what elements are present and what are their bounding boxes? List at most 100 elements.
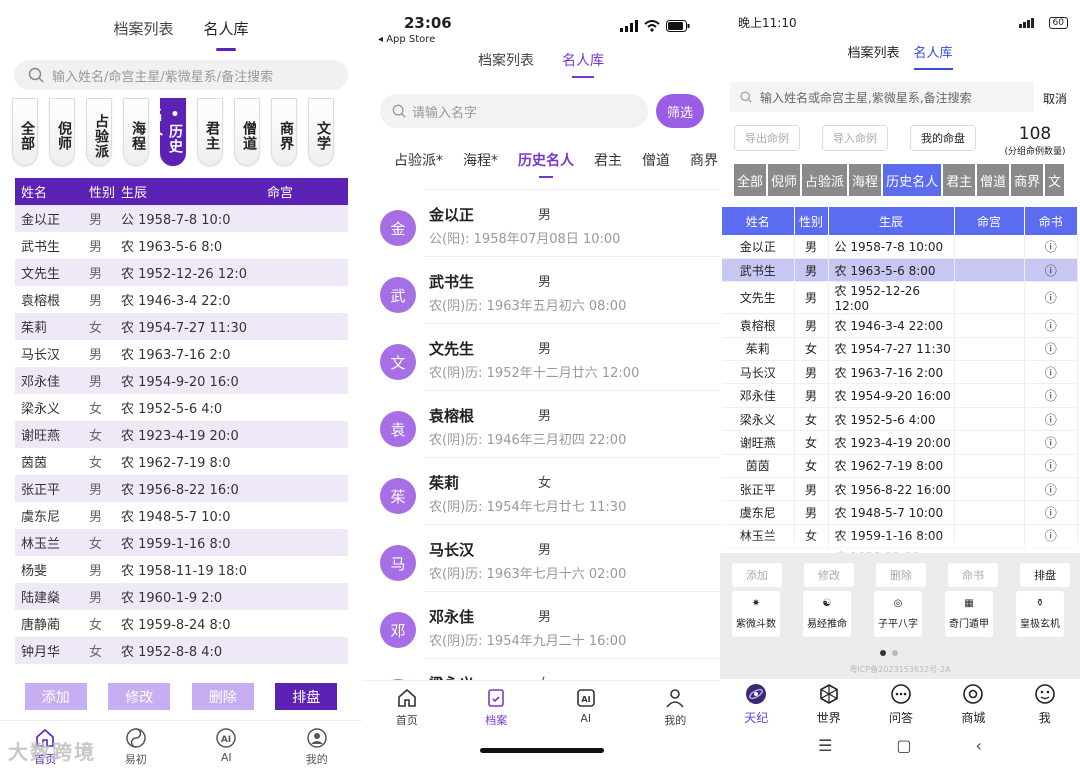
cat-business[interactable]: 商界 xyxy=(271,98,297,166)
tab-archive-list[interactable]: 档案列表 xyxy=(847,42,899,61)
table-row[interactable]: 茱莉女农 1954-7-27 11:30 xyxy=(15,313,348,340)
table-row[interactable]: 林玉兰女农 1959-1-16 8:0 xyxy=(15,529,348,556)
info-icon[interactable]: ⓘ xyxy=(1024,500,1078,525)
table-row[interactable]: 茱莉女农 1954-7-27 11:30 ⓘ xyxy=(722,337,1078,362)
tab-celebrity-library[interactable]: 名人库 xyxy=(913,42,953,70)
home-indicator[interactable] xyxy=(480,748,604,753)
search-input[interactable]: 请输入名字 xyxy=(380,94,648,128)
edit-button[interactable]: 修改 xyxy=(804,563,854,587)
add-button[interactable]: 添加 xyxy=(732,563,782,587)
tool-yijing[interactable]: ☯ 易经推命 xyxy=(803,591,851,637)
nav-world[interactable]: 世界 xyxy=(817,679,841,729)
cat-literature[interactable]: 文学 xyxy=(308,98,334,166)
table-row[interactable]: 钟月华女农 1952-8-8 4:0 xyxy=(15,637,348,664)
app-store-back[interactable]: ◂ App Store xyxy=(378,34,435,45)
table-row[interactable]: 武书生男农 1963-5-6 8:0 xyxy=(15,232,348,259)
cat-zhanyan[interactable]: 占验派 xyxy=(86,98,112,166)
nav-mall[interactable]: 商城 xyxy=(961,679,985,729)
table-row[interactable]: 袁榕根男农 1946-3-4 22:00 ⓘ xyxy=(722,313,1078,338)
list-item[interactable]: 茱茱莉 女农(阴)历: 1954年七月廿七 11:30 xyxy=(380,457,720,524)
book-button[interactable]: 命书 xyxy=(948,563,998,587)
cat-business[interactable]: 商界 xyxy=(690,150,718,170)
back-icon[interactable]: ‹ xyxy=(976,736,982,755)
cat-monarch[interactable]: 君主 xyxy=(943,164,976,196)
info-icon[interactable]: ⓘ xyxy=(1024,360,1078,385)
page-dot[interactable] xyxy=(880,650,886,656)
cat-zhanyan[interactable]: 占验派* xyxy=(394,150,443,170)
tool-huangji[interactable]: ⚱ 皇极玄机 xyxy=(1016,591,1064,637)
chart-button[interactable]: 排盘 xyxy=(275,683,338,710)
cat-all[interactable]: 全部 xyxy=(734,164,767,196)
table-row[interactable]: 谢旺燕女农 1923-4-19 20:0 xyxy=(15,421,348,448)
home-square-icon[interactable]: ▢ xyxy=(896,736,911,755)
table-row[interactable]: 文先生男农 1952-12-26 12:00 ⓘ xyxy=(722,281,1078,315)
table-row[interactable]: 茵茵女农 1962-7-19 8:00 ⓘ xyxy=(722,454,1078,479)
delete-button[interactable]: 删除 xyxy=(876,563,926,587)
cat-clergy[interactable]: 僧道 xyxy=(642,150,670,170)
table-row[interactable]: 邓永佳男农 1954-9-20 16:00 ⓘ xyxy=(722,383,1078,408)
nav-tianji[interactable]: 天纪 xyxy=(744,679,768,729)
table-row[interactable]: 谢旺燕女农 1923-4-19 20:00 ⓘ xyxy=(722,430,1078,455)
info-icon[interactable]: ⓘ xyxy=(1024,454,1078,479)
list-item[interactable]: 文文先生 男农(阴)历: 1952年十二月廿六 12:00 xyxy=(380,323,720,390)
info-icon[interactable]: ⓘ xyxy=(1024,337,1078,362)
filter-button[interactable]: 筛选 xyxy=(656,94,704,128)
table-row[interactable]: 梁永义女农 1952-5-6 4:0 xyxy=(15,394,348,421)
table-row[interactable]: 虞东尼男农 1948-5-7 10:0 xyxy=(15,502,348,529)
import-button[interactable]: 导入命例 xyxy=(822,125,888,151)
list-item[interactable]: 袁袁榕根 男农(阴)历: 1946年三月初四 22:00 xyxy=(380,390,720,457)
table-row[interactable]: 袁榕根男农 1946-3-4 22:0 xyxy=(15,286,348,313)
cat-monarch[interactable]: 君主 xyxy=(594,150,622,170)
chart-button[interactable]: 排盘 xyxy=(1020,563,1070,587)
table-row[interactable]: 唐静蔺女农 1959-8-24 8:0 xyxy=(15,610,348,637)
cat-clergy[interactable]: 僧道 xyxy=(234,98,260,166)
cat-haicheng[interactable]: 海程 xyxy=(849,164,882,196)
table-row[interactable]: 梁永义女农 1952-5-6 4:00 ⓘ xyxy=(722,407,1078,432)
tab-celebrity-library[interactable]: 名人库 xyxy=(562,50,604,70)
my-chart-button[interactable]: 我的命盘 xyxy=(910,125,976,151)
table-row[interactable]: 武书生男农 1963-5-6 8:00 ⓘ xyxy=(722,258,1078,283)
tab-celebrity-library[interactable]: 名人库 xyxy=(204,18,249,39)
info-icon[interactable]: ⓘ xyxy=(1024,313,1078,338)
nav-archive[interactable]: 档案 xyxy=(485,681,507,740)
nav-me[interactable]: 我的 xyxy=(306,721,328,771)
nav-me[interactable]: 我的 xyxy=(664,681,686,740)
tool-ziwei[interactable]: ✷ 紫微斗数 xyxy=(732,591,780,637)
cat-business[interactable]: 商界 xyxy=(1011,164,1044,196)
tab-archive-list[interactable]: 档案列表 xyxy=(478,50,534,70)
info-icon[interactable]: ⓘ xyxy=(1024,235,1078,259)
cat-all[interactable]: 全部 xyxy=(12,98,38,166)
nav-ai[interactable]: AI AI xyxy=(575,681,597,740)
cancel-button[interactable]: 取消 xyxy=(1043,90,1067,107)
export-button[interactable]: 导出命例 xyxy=(734,125,800,151)
menu-icon[interactable]: ☰ xyxy=(818,736,832,755)
tab-archive-list[interactable]: 档案列表 xyxy=(113,18,173,39)
cat-history[interactable]: 历史名人 xyxy=(883,164,942,196)
table-row[interactable]: 张正平男农 1956-8-22 16:00 ⓘ xyxy=(722,477,1078,502)
table-row[interactable]: 马长汉男农 1963-7-16 2:0 xyxy=(15,340,348,367)
search-input[interactable]: 输入姓名或命宫主星,紫微星系,备注搜索 xyxy=(730,82,1034,112)
table-row[interactable]: 马长汉男农 1963-7-16 2:00 ⓘ xyxy=(722,360,1078,385)
table-row[interactable]: 张正平男农 1956-8-22 16:0 xyxy=(15,475,348,502)
search-input[interactable]: 输入姓名/命宫主星/紫微星系/备注搜索 xyxy=(14,60,348,90)
list-item[interactable]: 马马长汉 男农(阴)历: 1963年七月十六 02:00 xyxy=(380,524,720,591)
list-item[interactable]: 金金以正 男公(阳): 1958年07月08日 10:00 xyxy=(380,189,720,256)
info-icon[interactable]: ⓘ xyxy=(1024,281,1078,315)
table-row[interactable]: 金以正男公 1958-7-8 10:0 xyxy=(15,205,348,232)
nav-ai[interactable]: AI AI xyxy=(215,721,237,771)
edit-button[interactable]: 修改 xyxy=(108,683,171,710)
nav-qa[interactable]: 问答 xyxy=(889,679,913,729)
tool-qimen[interactable]: ▦ 奇门遁甲 xyxy=(945,591,993,637)
cat-ni[interactable]: 倪师 xyxy=(49,98,75,166)
cat-clergy[interactable]: 僧道 xyxy=(977,164,1010,196)
cat-history[interactable]: •历史名人 xyxy=(147,98,186,166)
cat-ni[interactable]: 倪师 xyxy=(768,164,801,196)
table-row[interactable]: 邓永佳男农 1954-9-20 16:0 xyxy=(15,367,348,394)
info-icon[interactable]: ⓘ xyxy=(1024,383,1078,408)
table-row[interactable]: 虞东尼男农 1948-5-7 10:00 ⓘ xyxy=(722,500,1078,525)
nav-yichu[interactable]: 易初 xyxy=(125,721,147,771)
table-row[interactable]: 陆建燊男农 1960-1-9 2:0 xyxy=(15,583,348,610)
page-dot[interactable] xyxy=(892,650,898,656)
list-item[interactable]: 武武书生 男农(阴)历: 1963年五月初六 08:00 xyxy=(380,256,720,323)
cat-history[interactable]: 历史名人 xyxy=(518,150,574,170)
